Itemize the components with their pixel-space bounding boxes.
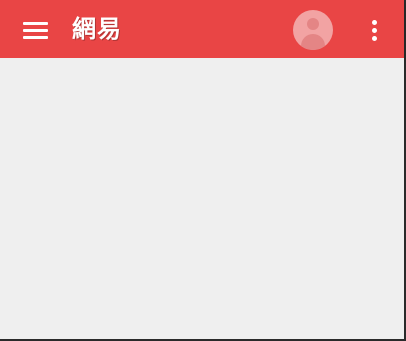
user-avatar-icon[interactable] [293, 10, 333, 50]
app-bar: 網易 [0, 0, 404, 58]
app-title: 網易 [72, 14, 122, 43]
app-window: 網易 [0, 0, 406, 341]
menu-bar-line [22, 21, 48, 25]
avatar-head-shape [307, 18, 319, 30]
more-vert-icon[interactable] [362, 14, 386, 46]
more-dot [371, 19, 377, 25]
main-content-area [0, 58, 404, 339]
hamburger-menu-icon[interactable] [15, 14, 55, 46]
menu-bar-line [22, 28, 48, 32]
more-dot [371, 27, 377, 33]
avatar-body-shape [301, 34, 325, 50]
menu-bar-line [22, 35, 48, 39]
more-dot [371, 35, 377, 41]
